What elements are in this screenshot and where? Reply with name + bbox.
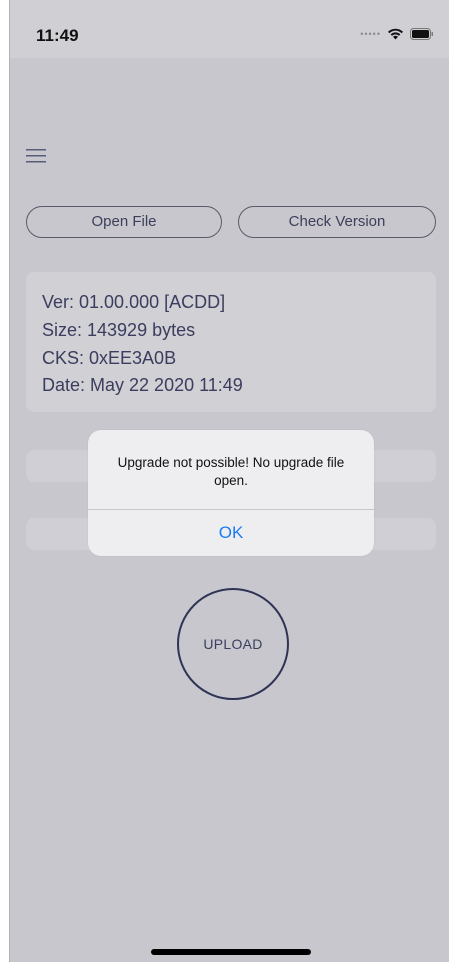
battery-icon [410,28,434,40]
wifi-icon [387,28,404,40]
size-text: Size: 143929 bytes [42,320,196,340]
firmware-info-card: Ver: 01.00.000 [ACDD] Size: 143929 bytes… [26,272,436,412]
open-file-button[interactable]: Open File [26,206,222,238]
version-text: Ver: 01.00.000 [ACDD] [42,292,226,312]
signal-dots-icon: ••••• [360,29,381,39]
upload-button[interactable]: UPLOAD [177,588,289,700]
check-version-button[interactable]: Check Version [238,206,436,238]
app-screen: 11:49 ••••• Open File Check Version Ver:… [9,0,449,962]
status-bar: 11:49 ••••• [10,0,449,58]
hamburger-menu-icon[interactable] [26,148,48,164]
status-icons: ••••• [360,28,434,40]
alert-dialog: Upgrade not possible! No upgrade file op… [88,430,374,556]
home-indicator[interactable] [151,949,311,955]
date-text: Date: May 22 2020 11:49 [42,375,243,395]
checksum-text: CKS: 0xEE3A0B [42,348,177,368]
status-time: 11:49 [36,26,79,45]
alert-message: Upgrade not possible! No upgrade file op… [117,455,345,488]
alert-ok-button[interactable]: OK [88,510,374,556]
upload-label: UPLOAD [203,636,263,652]
